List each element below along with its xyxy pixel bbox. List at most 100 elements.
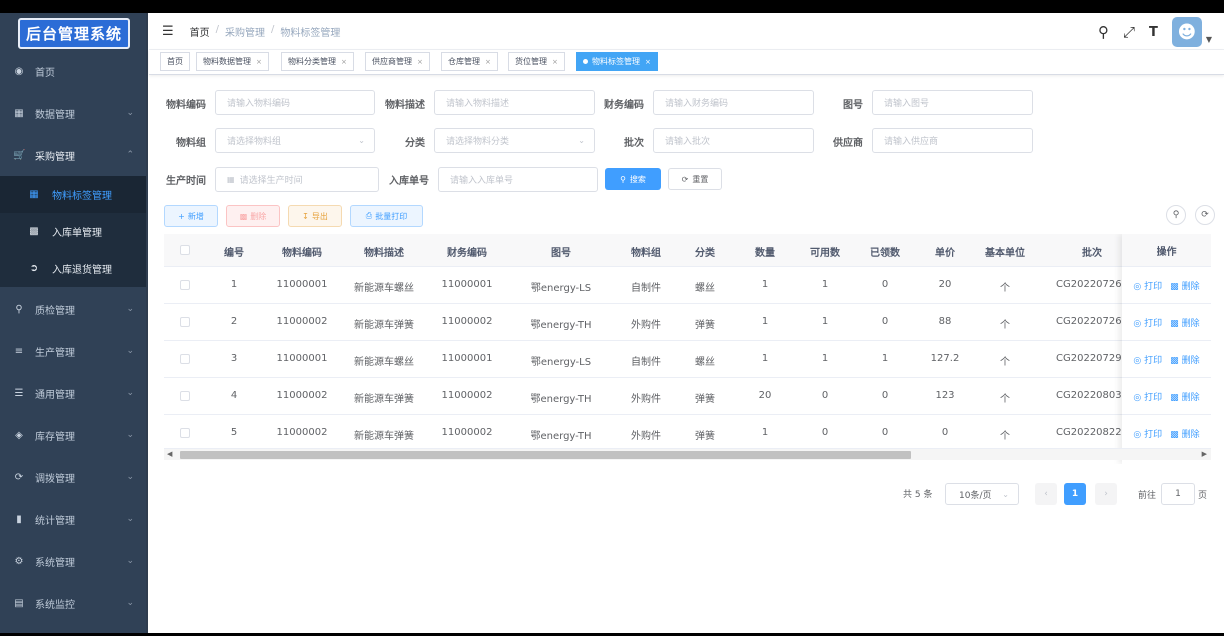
row-checkbox[interactable] bbox=[180, 280, 190, 290]
add-button[interactable]: + 新增 bbox=[164, 205, 218, 227]
tag-material-data[interactable]: 物料数据管理 × bbox=[196, 52, 269, 71]
scroll-right-icon[interactable]: ▶ bbox=[1202, 450, 1207, 458]
print-icon: ◎ bbox=[1133, 281, 1142, 292]
delete-row-button[interactable]: ▩ 删除 bbox=[1170, 353, 1199, 366]
delete-row-button[interactable]: ▩ 删除 bbox=[1170, 427, 1199, 440]
page-button-1[interactable]: 1 bbox=[1064, 483, 1086, 505]
refresh-button[interactable]: ⟳ bbox=[1195, 205, 1215, 225]
sidebar-item-home[interactable]: ◉ 首页 bbox=[0, 50, 148, 92]
chevron-down-icon: ⌄ bbox=[126, 388, 134, 398]
table-cell: 外购件 bbox=[631, 431, 661, 442]
export-button[interactable]: ↧ 导出 bbox=[288, 205, 342, 227]
button-label: 批量打印 bbox=[375, 211, 408, 221]
print-button[interactable]: ◎ 打印 bbox=[1133, 390, 1162, 403]
material-code-input[interactable]: 请输入物料编码 bbox=[215, 90, 375, 115]
close-icon[interactable]: × bbox=[485, 58, 491, 66]
scrollbar-thumb[interactable] bbox=[180, 451, 911, 459]
chevron-down-icon: ⌄ bbox=[126, 598, 134, 608]
tag-material-label[interactable]: 物料标签管理 × bbox=[576, 52, 658, 71]
category-select[interactable]: 请选择物料分类 ⌄ bbox=[434, 128, 595, 153]
sidebar-subitem-inbound[interactable]: ▩ 入库单管理 bbox=[0, 213, 148, 250]
operations-cell: ◎ 打印 ▩ 删除 bbox=[1122, 341, 1211, 378]
print-button[interactable]: ◎ 打印 bbox=[1133, 353, 1162, 366]
sidebar-item-inventory[interactable]: ◈ 库存管理 ⌄ bbox=[0, 414, 148, 456]
chevron-down-icon: ⌄ bbox=[126, 430, 134, 440]
button-label: 删除 bbox=[1181, 392, 1200, 403]
sidebar-item-qc[interactable]: ⚲ 质检管理 ⌄ bbox=[0, 288, 148, 330]
material-desc-input[interactable]: 请输入物料描述 bbox=[434, 90, 595, 115]
refresh-icon: ⟳ bbox=[681, 174, 689, 184]
category-label: 分类 bbox=[405, 138, 425, 149]
download-icon: ↧ bbox=[302, 211, 309, 221]
tag-label: 供应商管理 bbox=[372, 57, 412, 66]
row-checkbox[interactable] bbox=[180, 317, 190, 327]
finance-code-input[interactable]: 请输入财务编码 bbox=[653, 90, 814, 115]
reset-button[interactable]: ⟳ 重置 bbox=[668, 168, 722, 190]
delete-row-button[interactable]: ▩ 删除 bbox=[1170, 390, 1199, 403]
caret-down-icon[interactable]: ▼ bbox=[1206, 35, 1212, 44]
logo[interactable]: 后台管理系统 bbox=[0, 13, 148, 53]
drawing-no-input[interactable]: 请输入图号 bbox=[872, 90, 1033, 115]
sidebar-item-general[interactable]: ☰ 通用管理 ⌄ bbox=[0, 372, 148, 414]
hamburger-icon[interactable]: ☰ bbox=[162, 24, 174, 39]
operations-cells: ◎ 打印 ▩ 删除 ◎ 打印 ▩ 删除 ◎ 打印 ▩ 删除 ◎ 打印 ▩ 删除 ◎ 打印 ▩ 删除 bbox=[1122, 267, 1211, 452]
page-size-select[interactable]: 10条/页 ⌄ bbox=[945, 483, 1019, 505]
toggle-search-button[interactable]: ⚲ bbox=[1166, 205, 1186, 225]
close-icon[interactable]: × bbox=[341, 58, 347, 66]
table-cell: 新能源车弹簧 bbox=[354, 394, 414, 405]
sidebar-item-production[interactable]: ≡ 生产管理 ⌄ bbox=[0, 330, 148, 372]
tag-material-category[interactable]: 物料分类管理 × bbox=[281, 52, 354, 71]
sidebar-item-purchase[interactable]: 🛒 采购管理 ⌃ bbox=[0, 134, 148, 176]
scroll-left-icon[interactable]: ◀ bbox=[167, 450, 172, 458]
close-icon[interactable]: × bbox=[256, 58, 262, 66]
row-checkbox[interactable] bbox=[180, 428, 190, 438]
sidebar-subitem-inbound-return[interactable]: ➲ 入库退货管理 bbox=[0, 250, 148, 287]
material-group-select[interactable]: 请选择物料组 ⌄ bbox=[215, 128, 375, 153]
tag-supplier[interactable]: 供应商管理 × bbox=[365, 52, 430, 71]
sidebar-item-system[interactable]: ⚙ 系统管理 ⌄ bbox=[0, 540, 148, 582]
close-icon[interactable]: × bbox=[417, 58, 423, 66]
sidebar-item-transfer[interactable]: ⟳ 调拨管理 ⌄ bbox=[0, 456, 148, 498]
fullscreen-icon[interactable]: ⤢ bbox=[1123, 23, 1135, 41]
sidebar-item-stats[interactable]: ▮ 统计管理 ⌄ bbox=[0, 498, 148, 540]
delete-button[interactable]: ▩ 删除 bbox=[226, 205, 280, 227]
drawing-no-label: 图号 bbox=[843, 100, 863, 111]
tag-location[interactable]: 货位管理 × bbox=[508, 52, 565, 71]
sidebar-item-monitor[interactable]: ▤ 系统监控 ⌄ bbox=[0, 582, 148, 624]
table-row: 2 11000002 新能源车弹簧 11000002 鄂energy-TH 外购件 弹簧 1 1… bbox=[164, 304, 1211, 341]
supplier-input[interactable]: 请输入供应商 bbox=[872, 128, 1033, 153]
close-icon[interactable]: × bbox=[645, 58, 651, 66]
sidebar-item-data[interactable]: ▦ 数据管理 ⌄ bbox=[0, 92, 148, 134]
prev-page-button[interactable]: ‹ bbox=[1035, 483, 1057, 505]
batch-input[interactable]: 请输入批次 bbox=[653, 128, 814, 153]
delete-row-button[interactable]: ▩ 删除 bbox=[1170, 279, 1199, 292]
delete-row-button[interactable]: ▩ 删除 bbox=[1170, 316, 1199, 329]
print-button[interactable]: ◎ 打印 bbox=[1133, 427, 1162, 440]
navbar: ☰ 首页 / 采购管理 / 物料标签管理 ⚲ ⤢ T ☻ ▼ bbox=[149, 13, 1224, 50]
tag-label: 货位管理 bbox=[515, 57, 547, 66]
select-all-checkbox[interactable] bbox=[180, 245, 190, 255]
print-button[interactable]: ◎ 打印 bbox=[1133, 279, 1162, 292]
font-size-icon[interactable]: T bbox=[1149, 25, 1158, 40]
goto-value: 1 bbox=[1175, 489, 1181, 499]
horizontal-scrollbar[interactable]: ◀ ▶ bbox=[164, 448, 1211, 460]
row-checkbox[interactable] bbox=[180, 354, 190, 364]
sidebar-subitem-material-label[interactable]: ▦ 物料标签管理 bbox=[0, 176, 148, 213]
avatar[interactable]: ☻ bbox=[1171, 17, 1202, 47]
tag-warehouse[interactable]: 仓库管理 × bbox=[441, 52, 498, 71]
print-button[interactable]: ◎ 打印 bbox=[1133, 316, 1162, 329]
col-header: 基本单位 bbox=[985, 248, 1025, 259]
next-page-button[interactable]: › bbox=[1095, 483, 1117, 505]
batch-print-button[interactable]: ⎙ 批量打印 bbox=[350, 205, 423, 227]
table-cell: 11000002 bbox=[276, 390, 328, 401]
search-button[interactable]: ⚲ 搜索 bbox=[605, 168, 661, 190]
breadcrumb-item[interactable]: 首页 bbox=[190, 24, 210, 39]
tag-home[interactable]: 首页 bbox=[160, 52, 190, 71]
goto-page-input[interactable]: 1 bbox=[1161, 483, 1195, 505]
tag-label: 物料数据管理 bbox=[203, 57, 251, 66]
search-icon[interactable]: ⚲ bbox=[1098, 23, 1109, 41]
row-checkbox[interactable] bbox=[180, 391, 190, 401]
inbound-no-input[interactable]: 请输入入库单号 bbox=[438, 167, 598, 192]
close-icon[interactable]: × bbox=[552, 58, 558, 66]
prod-time-picker[interactable]: ▦ 请选择生产时间 bbox=[215, 167, 379, 192]
